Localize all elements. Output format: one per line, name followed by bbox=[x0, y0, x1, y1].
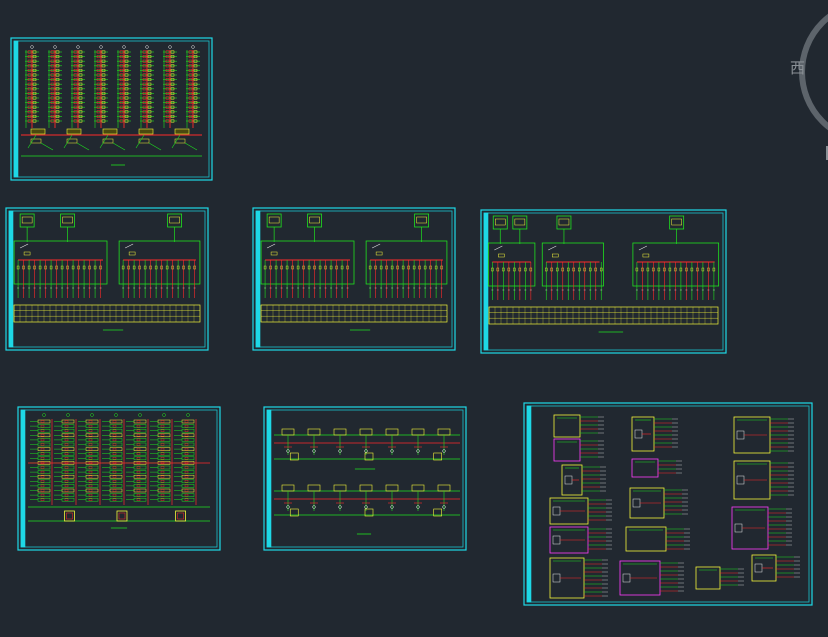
sheet-meter-box-riser[interactable] bbox=[17, 406, 221, 551]
sheet-riser-diagram[interactable] bbox=[10, 37, 213, 181]
viewcube-west-label[interactable]: 西 bbox=[790, 57, 805, 78]
sheet-distribution-1[interactable] bbox=[5, 207, 209, 351]
sheet-panel-schedules[interactable] bbox=[523, 402, 813, 606]
sheet-distribution-3[interactable] bbox=[480, 209, 727, 354]
sheet-distribution-2[interactable] bbox=[252, 207, 456, 351]
sheet-circuit-diagram[interactable] bbox=[263, 406, 467, 551]
drawing-canvas[interactable] bbox=[0, 0, 828, 637]
